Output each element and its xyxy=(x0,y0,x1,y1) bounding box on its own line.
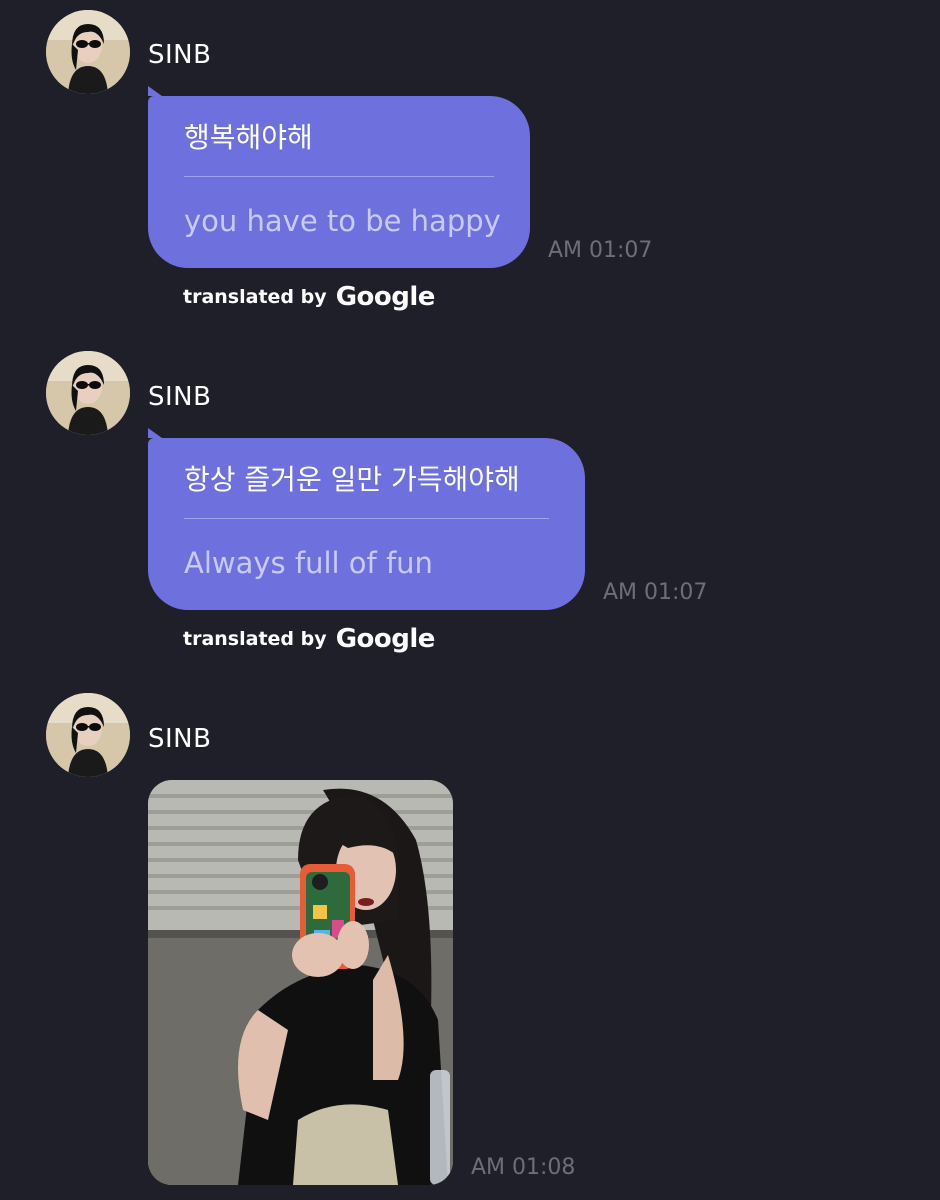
photo-image xyxy=(148,780,453,1185)
translated-text: you have to be happy xyxy=(184,204,501,238)
message-bubble[interactable]: 항상 즐거운 일만 가득해야해 Always full of fun xyxy=(148,428,585,610)
google-logo: Google xyxy=(335,282,436,312)
avatar-image xyxy=(46,351,130,435)
translation-attribution: translated by Google xyxy=(183,624,435,654)
sender-name: SINB xyxy=(148,382,212,412)
original-text: 항상 즐거운 일만 가득해야해 xyxy=(184,463,520,496)
attribution-label: translated by xyxy=(183,286,327,308)
avatar-image xyxy=(46,693,130,777)
message-timestamp: AM 01:08 xyxy=(471,1155,576,1180)
translation-attribution: translated by Google xyxy=(183,282,435,312)
translated-text: Always full of fun xyxy=(184,546,433,580)
avatar-image xyxy=(46,10,130,94)
avatar[interactable] xyxy=(46,351,130,435)
message-timestamp: AM 01:07 xyxy=(548,238,653,263)
photo-message[interactable] xyxy=(148,780,453,1185)
sender-name: SINB xyxy=(148,724,212,754)
sender-name: SINB xyxy=(148,40,212,70)
message-bubble[interactable]: 행복해야해 you have to be happy xyxy=(148,86,530,268)
avatar[interactable] xyxy=(46,693,130,777)
avatar[interactable] xyxy=(46,10,130,94)
attribution-label: translated by xyxy=(183,628,327,650)
original-text: 행복해야해 xyxy=(184,121,313,154)
bubble-divider xyxy=(184,176,494,177)
bubble-divider xyxy=(184,518,549,519)
google-logo: Google xyxy=(335,624,436,654)
message-timestamp: AM 01:07 xyxy=(603,580,708,605)
